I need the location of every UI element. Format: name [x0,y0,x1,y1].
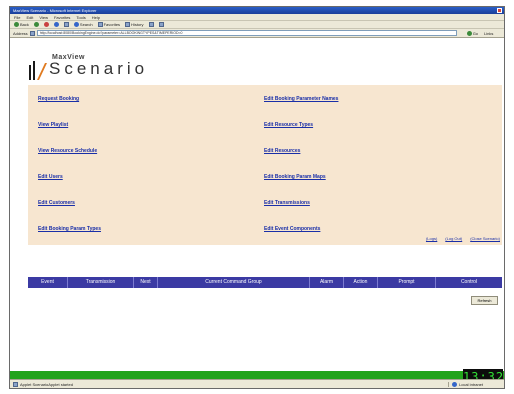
refresh-page-button[interactable] [53,22,59,27]
edit-resources-link[interactable]: Edit Resources [264,148,300,154]
title-bar: MaxView Scenario - Microsoft Internet Ex… [10,7,504,14]
window-title: MaxView Scenario - Microsoft Internet Ex… [13,8,97,13]
security-zone-text: Local intranet [459,381,484,387]
column-header-transmission: Transmission [68,277,134,288]
edit-resource-types-link[interactable]: Edit Resource Types [264,122,313,128]
mail-icon [148,22,154,27]
column-header-action: Action [344,277,378,288]
log-out-link[interactable]: (Log Out) [445,236,462,241]
history-icon [125,22,131,27]
menu-tools[interactable]: Tools [76,14,85,20]
back-button[interactable]: Back [14,22,29,27]
menu-bar: File Edit View Favorites Tools Help [10,14,504,21]
session-links: (Logs) (Log Out) (Close Scenario) [426,236,500,241]
stop-button[interactable] [43,22,49,27]
back-arrow-icon [14,22,19,27]
printer-icon [158,22,164,27]
menu-view[interactable]: View [39,14,48,20]
address-bar: Address http://localhost:8080/BookingEng… [10,29,504,38]
edit-booking-param-types-link[interactable]: Edit Booking Param Types [38,226,101,232]
intranet-zone-icon [452,381,457,387]
home-button[interactable] [63,22,69,27]
browser-status-bar: Applet ScenarioApplet started Local intr… [10,379,504,388]
browser-window: MaxView Scenario - Microsoft Internet Ex… [9,6,505,389]
go-button[interactable]: Go [466,30,478,36]
edit-customers-link[interactable]: Edit Customers [38,200,75,206]
menu-edit[interactable]: Edit [26,14,33,20]
refresh-icon [53,22,59,27]
maxview-scenario-logo: MaxView Scenario [28,53,158,83]
edit-event-components-link[interactable]: Edit Event Components [264,226,320,232]
view-resource-schedule-link[interactable]: View Resource Schedule [38,148,97,154]
links-button[interactable]: Links [484,31,493,36]
edit-users-link[interactable]: Edit Users [38,174,63,180]
applet-icon [13,381,18,387]
edit-booking-parameter-names-link[interactable]: Edit Booking Parameter Names [264,96,338,102]
column-header-event: Event [28,277,68,288]
view-playlist-link[interactable]: View Playlist [38,122,68,128]
browser-toolbar: Back Search Favorites History [10,21,504,29]
favorites-button[interactable]: Favorites [97,22,120,27]
column-header-prompt: Prompt [378,277,436,288]
edit-transmissions-link[interactable]: Edit Transmissions [264,200,310,206]
address-label: Address [13,30,28,36]
request-booking-link[interactable]: Request Booking [38,96,79,102]
stop-icon [43,22,49,27]
logs-link[interactable]: (Logs) [426,236,437,241]
address-input[interactable]: http://localhost:8080/BookingEngine.do?p… [36,30,457,36]
history-button[interactable]: History [125,22,144,27]
column-header-alarm: Alarm [310,277,344,288]
column-header-next: Next [134,277,158,288]
forward-button[interactable] [33,22,39,27]
column-header-current-command-group: Current Command Group [158,277,310,288]
menu-help[interactable]: Help [92,14,100,20]
navigation-link-panel: Request Booking View Playlist View Resou… [28,85,502,245]
star-icon [97,22,103,27]
event-table-header: Event Transmission Next Current Command … [28,277,502,288]
status-text: Applet ScenarioApplet started [20,381,73,387]
menu-favorites[interactable]: Favorites [54,14,70,20]
page-content: MaxView Scenario Request Booking View Pl… [10,38,504,388]
search-button[interactable]: Search [73,22,93,27]
home-icon [63,22,69,27]
mail-button[interactable] [148,22,154,27]
column-header-control: Control [460,279,478,285]
edit-booking-param-maps-link[interactable]: Edit Booking Param Maps [264,174,326,180]
close-icon[interactable] [497,8,502,13]
refresh-button[interactable]: Refresh [471,296,498,305]
go-arrow-icon [466,30,472,36]
logo-big-text: Scenario [49,59,149,78]
page-icon [29,30,35,36]
forward-arrow-icon [33,22,39,27]
search-icon [73,22,79,27]
print-button[interactable] [158,22,164,27]
close-scenario-link[interactable]: (Close Scenario) [470,236,500,241]
menu-file[interactable]: File [14,14,20,20]
logo-icon [29,61,47,80]
